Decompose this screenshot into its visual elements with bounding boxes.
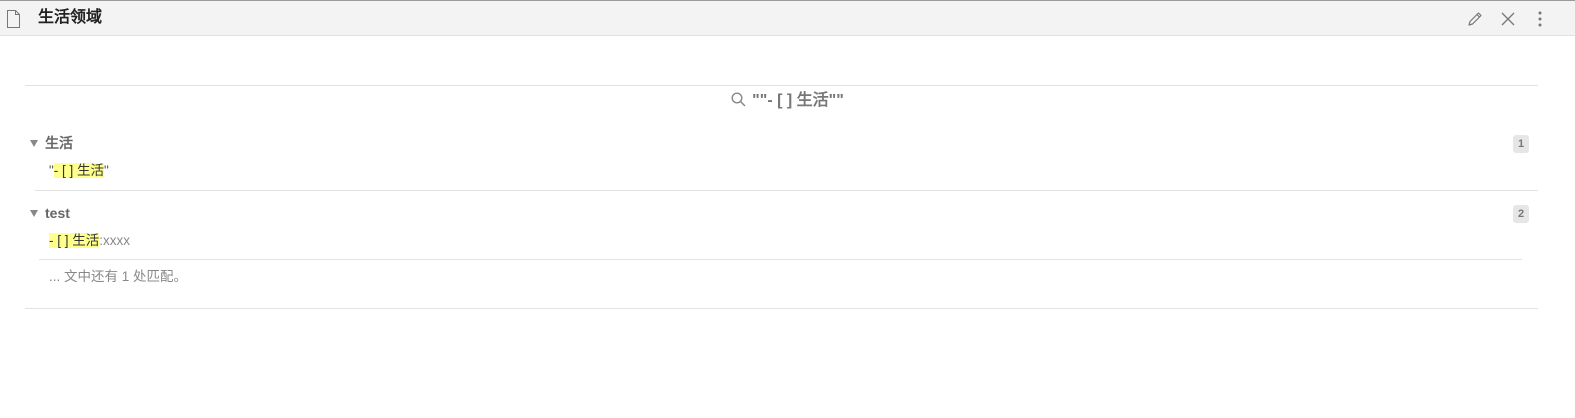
search-query-text: ""- [ ] 生活"" (752, 92, 844, 109)
search-query: ""- [ ] 生活"" (0, 91, 1575, 111)
search-match[interactable]: "- [ ] 生活" (49, 162, 109, 180)
match-text-after: :xxxx (99, 233, 131, 248)
close-icon (1501, 12, 1515, 26)
divider (25, 85, 1538, 86)
divider (25, 308, 1538, 309)
match-highlight: - [ ] 生活 (53, 163, 105, 178)
close-button[interactable] (1498, 9, 1518, 29)
match-text-after: " (104, 163, 109, 178)
view-header: 生活领域 (0, 0, 1575, 36)
divider (35, 190, 1538, 191)
more-vertical-icon (1538, 11, 1542, 27)
more-options-button[interactable] (1530, 9, 1550, 29)
caret-down-icon[interactable] (30, 210, 38, 217)
search-icon (731, 92, 746, 107)
divider (39, 259, 1522, 260)
file-icon (7, 10, 20, 28)
match-count-badge: 1 (1513, 135, 1529, 153)
result-file-name: 生活 (45, 135, 73, 151)
caret-down-icon[interactable] (30, 140, 38, 147)
more-matches-link[interactable]: ... 文中还有 1 处匹配。 (49, 268, 187, 286)
edit-button[interactable] (1465, 9, 1485, 29)
page-title: 生活领域 (38, 9, 103, 26)
result-file-header[interactable]: test (30, 204, 70, 222)
result-file-name: test (45, 205, 70, 221)
match-count-badge: 2 (1513, 205, 1529, 223)
match-highlight: - [ ] 生活 (49, 233, 100, 248)
pencil-icon (1468, 12, 1482, 26)
search-match[interactable]: - [ ] 生活:xxxx (49, 232, 130, 250)
result-file-header[interactable]: 生活 (30, 134, 73, 152)
